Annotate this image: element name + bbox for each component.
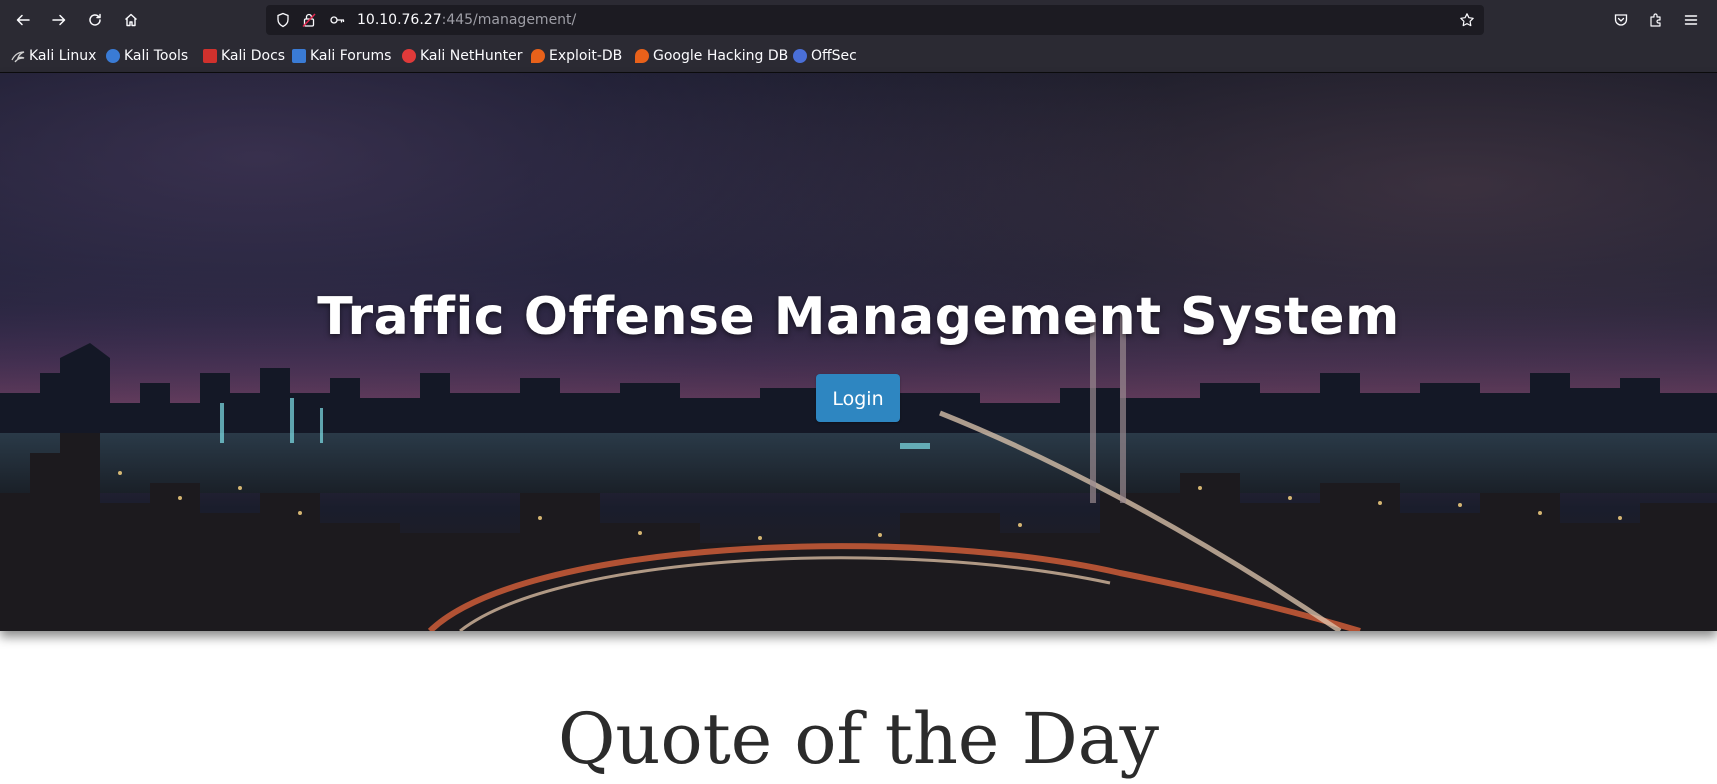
bookmark-label: Kali Linux: [29, 48, 97, 64]
hero-banner: Traffic Offense Management System Login: [0, 73, 1717, 631]
reload-button[interactable]: [81, 6, 109, 34]
bookmark-label: Exploit-DB: [549, 48, 623, 64]
shield-icon[interactable]: [275, 12, 291, 28]
login-button[interactable]: Login: [816, 374, 900, 422]
bookmark-label: Kali Forums: [310, 48, 392, 64]
hamburger-menu-icon: [1684, 15, 1698, 25]
url-path: :445/management/: [441, 12, 577, 28]
kali-dragon-icon: [11, 49, 25, 63]
insecure-lock-icon[interactable]: [301, 12, 317, 28]
kali-forums-icon: [292, 49, 306, 63]
bookmark-kali-docs[interactable]: Kali Docs: [203, 46, 285, 66]
reload-icon: [89, 13, 101, 26]
url-text[interactable]: 10.10.76.27:445/management/: [357, 11, 576, 29]
forward-arrow-icon: [52, 14, 66, 26]
bookmark-google-hacking-db[interactable]: Google Hacking DB: [635, 46, 788, 66]
bookmark-kali-forums[interactable]: Kali Forums: [292, 46, 391, 66]
menu-button[interactable]: [1681, 10, 1701, 30]
bookmark-label: Kali Docs: [221, 48, 286, 64]
kali-docs-icon: [203, 49, 217, 63]
site-title: Traffic Offense Management System: [317, 287, 1400, 347]
pocket-icon: [1614, 14, 1628, 26]
bookmarks-toolbar: Kali Linux Kali Tools Kali Docs Kali For…: [0, 40, 1717, 73]
back-button[interactable]: [9, 6, 37, 34]
extensions-button[interactable]: [1646, 10, 1666, 30]
bookmark-label: OffSec: [811, 48, 857, 64]
kali-tools-icon: [106, 49, 120, 63]
bookmark-kali-nethunter[interactable]: Kali NetHunter: [402, 46, 522, 66]
offsec-icon: [793, 49, 807, 63]
home-icon: [125, 13, 137, 27]
bookmark-label: Kali NetHunter: [420, 48, 523, 64]
kali-nethunter-icon: [402, 49, 416, 63]
bookmark-exploit-db[interactable]: Exploit-DB: [531, 46, 622, 66]
back-arrow-icon: [16, 14, 30, 26]
google-hacking-db-icon: [635, 49, 649, 63]
bookmark-star-icon[interactable]: [1459, 12, 1475, 28]
url-bar[interactable]: 10.10.76.27:445/management/: [266, 5, 1484, 35]
url-host: 10.10.76.27: [357, 12, 442, 28]
home-button[interactable]: [117, 6, 145, 34]
bookmark-offsec[interactable]: OffSec: [793, 46, 857, 66]
bookmark-label: Kali Tools: [124, 48, 189, 64]
key-icon[interactable]: [329, 12, 345, 28]
exploit-db-icon: [531, 49, 545, 63]
puzzle-icon: [1650, 13, 1661, 27]
bookmark-label: Google Hacking DB: [653, 48, 789, 64]
browser-toolbar: 10.10.76.27:445/management/: [0, 0, 1717, 40]
city-night-background: [0, 303, 1717, 631]
pocket-button[interactable]: [1611, 10, 1631, 30]
forward-button[interactable]: [45, 6, 73, 34]
bookmark-kali-linux[interactable]: Kali Linux: [11, 46, 96, 66]
bookmark-kali-tools[interactable]: Kali Tools: [106, 46, 188, 66]
